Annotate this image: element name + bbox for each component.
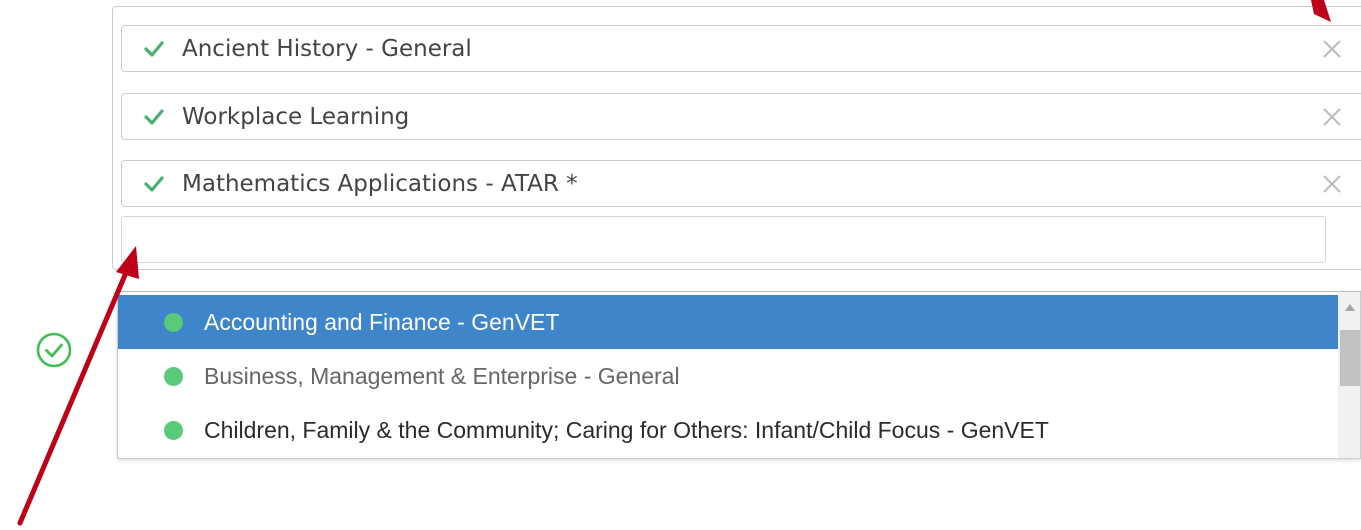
dropdown-option[interactable]: Business, Management & Enterprise - Gene… <box>118 349 1338 403</box>
status-dot <box>164 313 183 332</box>
selected-chip: Ancient History - General <box>121 25 1361 72</box>
chip-label: Ancient History - General <box>182 36 472 62</box>
selected-chip: Workplace Learning <box>121 93 1361 140</box>
scroll-up-icon[interactable] <box>1344 302 1356 312</box>
check-icon <box>144 176 164 192</box>
annotation-arrow-shaft <box>17 265 131 526</box>
chip-label: Mathematics Applications - ATAR * <box>182 171 578 197</box>
scrollbar-thumb[interactable] <box>1340 330 1360 386</box>
dropdown-option[interactable]: Children, Family & the Community; Caring… <box>118 403 1338 457</box>
close-icon[interactable] <box>1320 172 1344 196</box>
check-icon <box>144 109 164 125</box>
option-label: Children, Family & the Community; Caring… <box>204 417 1049 443</box>
close-icon[interactable] <box>1320 105 1344 129</box>
chip-label: Workplace Learning <box>182 104 410 130</box>
option-label: Business, Management & Enterprise - Gene… <box>204 363 680 389</box>
dropdown-option[interactable]: Accounting and Finance - GenVET <box>118 295 1338 349</box>
check-icon <box>144 41 164 57</box>
option-label: Accounting and Finance - GenVET <box>204 309 560 335</box>
status-dot <box>164 421 183 440</box>
selected-chip: Mathematics Applications - ATAR * <box>121 160 1361 207</box>
dropdown-list[interactable]: Accounting and Finance - GenVET Business… <box>117 291 1361 459</box>
circle-check-icon <box>36 332 72 368</box>
close-icon[interactable] <box>1320 37 1344 61</box>
status-dot <box>164 367 183 386</box>
search-input[interactable] <box>121 216 1326 263</box>
